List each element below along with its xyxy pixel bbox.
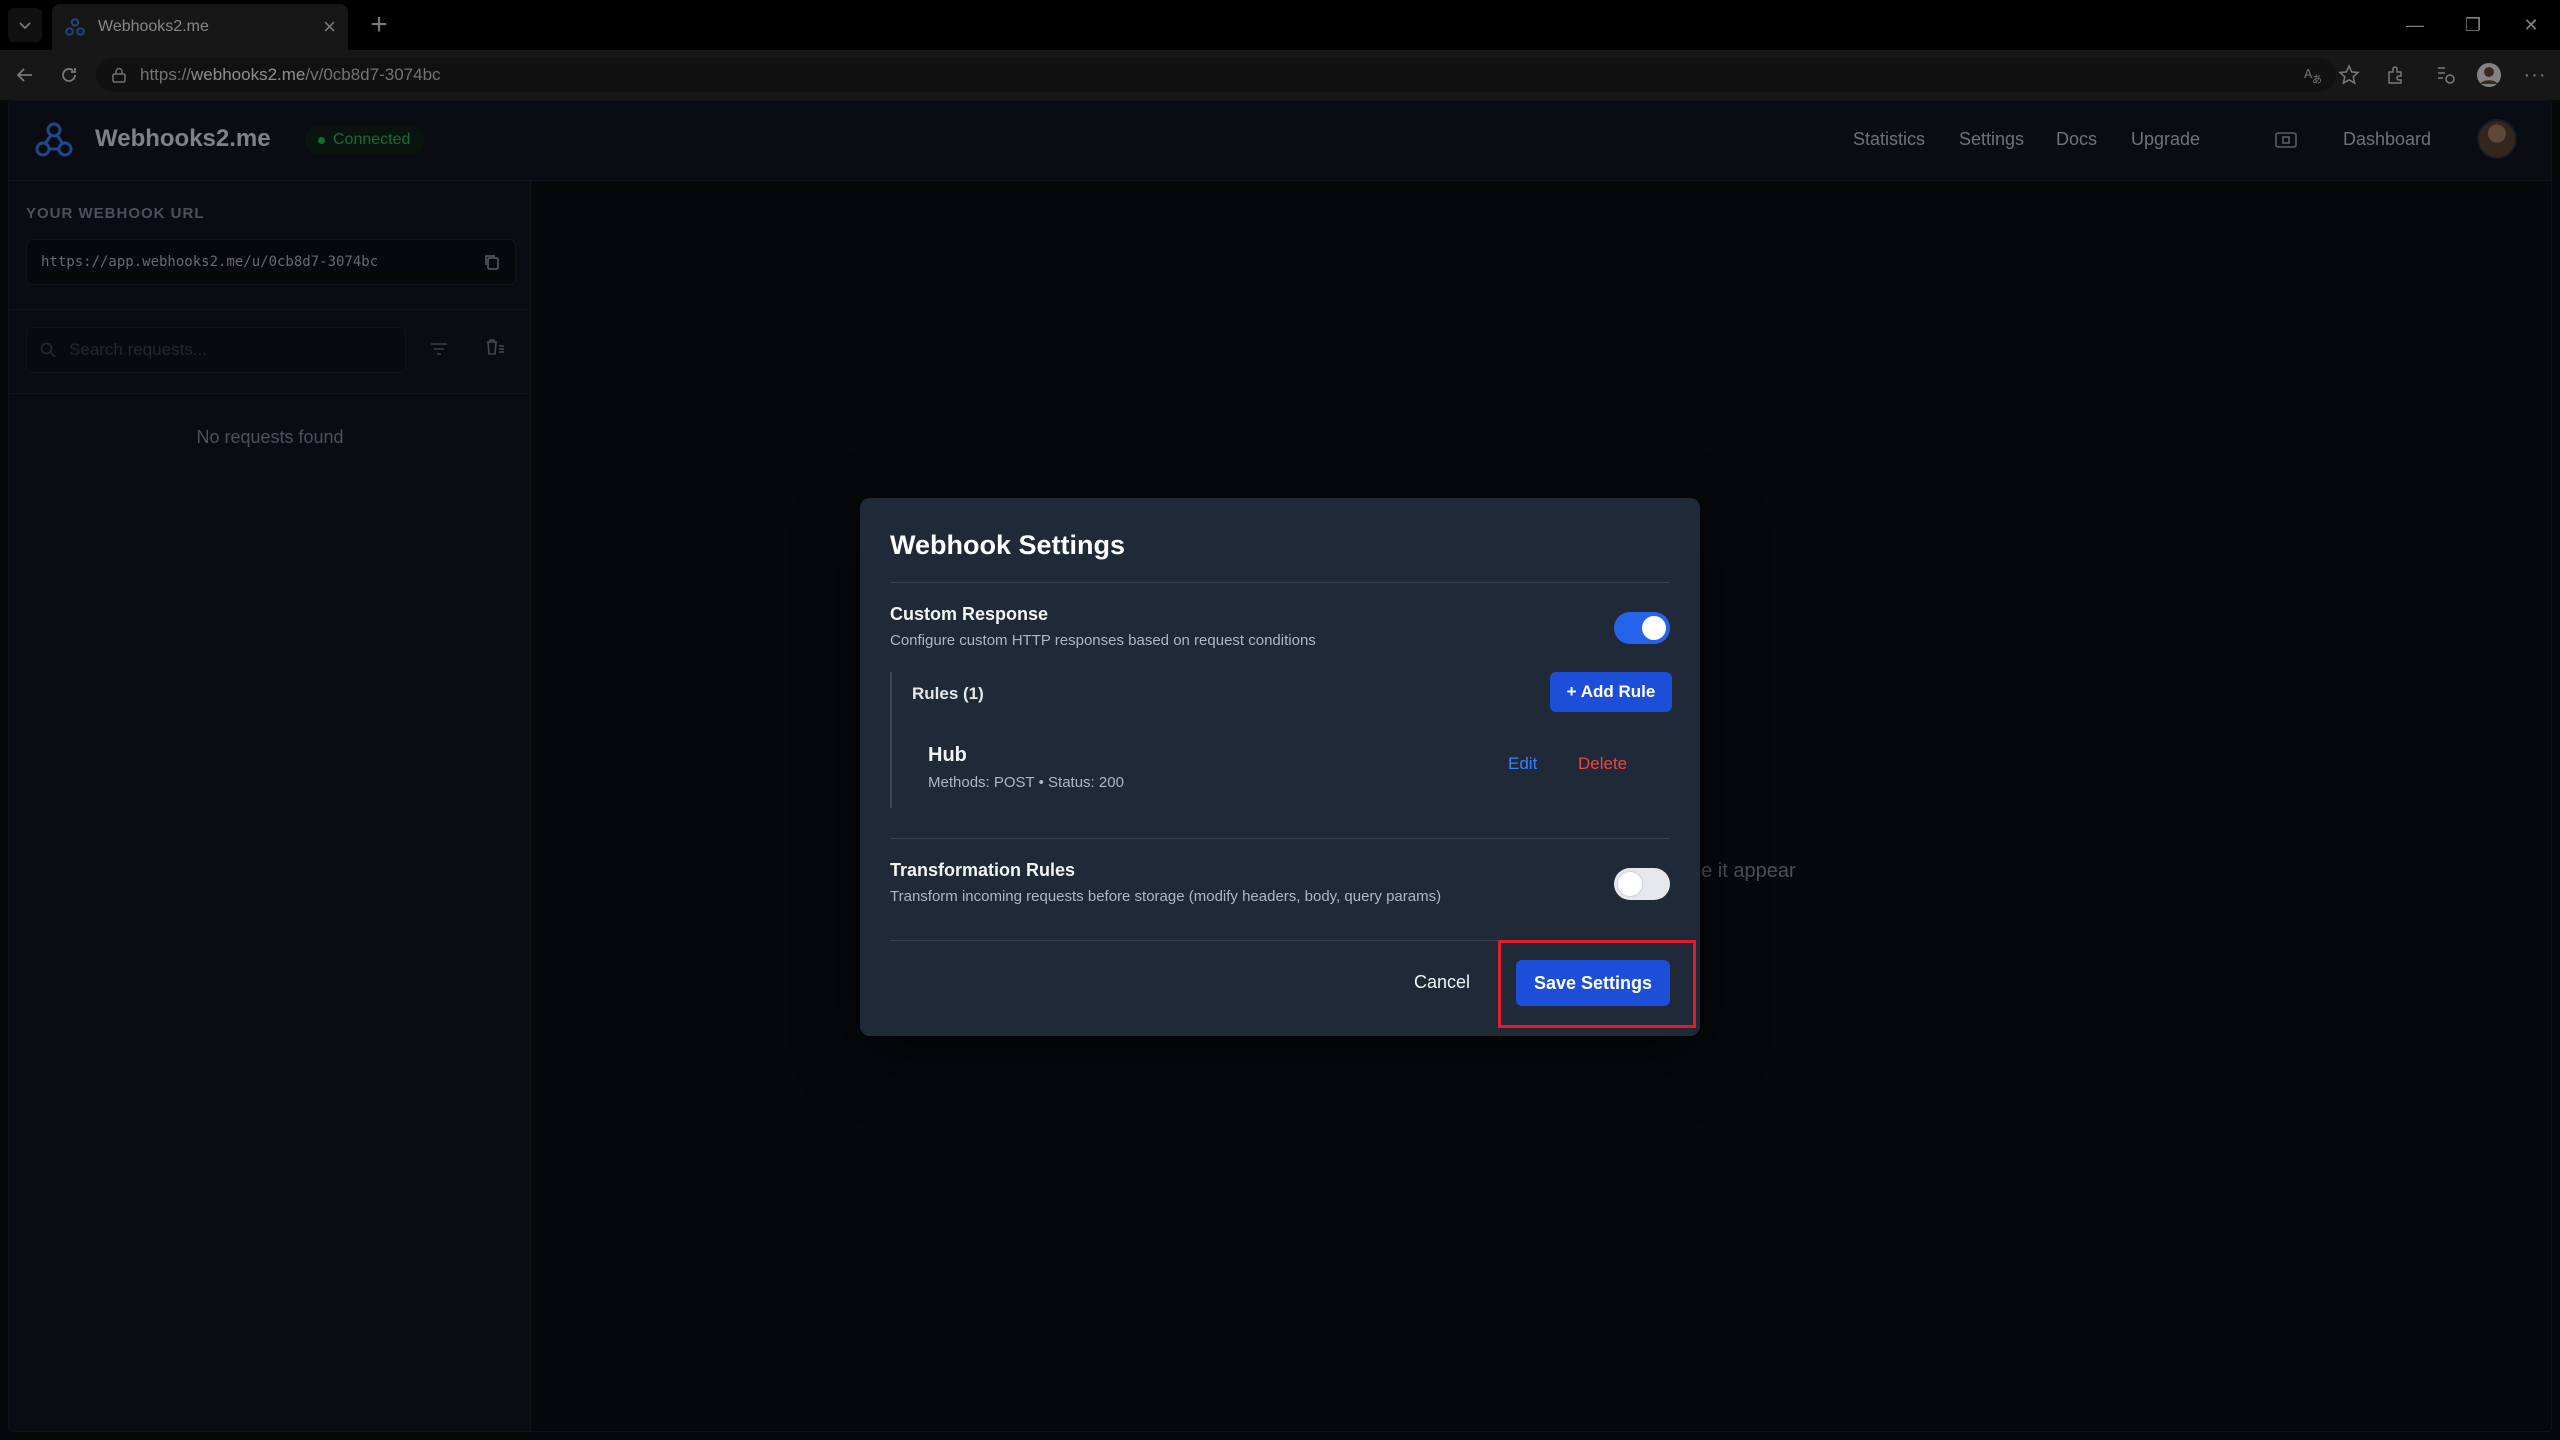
add-rule-button[interactable]: + Add Rule — [1550, 672, 1672, 712]
toggle-knob — [1618, 872, 1642, 896]
transformation-rules-description: Transform incoming requests before stora… — [890, 888, 1442, 905]
rule-edit-link[interactable]: Edit — [1508, 754, 1537, 774]
rule-name: Hub — [928, 744, 967, 766]
modal-divider — [890, 582, 1670, 583]
custom-response-toggle[interactable] — [1614, 612, 1670, 644]
cancel-button[interactable]: Cancel — [1414, 972, 1470, 993]
custom-response-title: Custom Response — [890, 604, 1049, 624]
rule-delete-link[interactable]: Delete — [1578, 754, 1627, 774]
modal-title: Webhook Settings — [890, 530, 1126, 560]
rule-meta: Methods: POST • Status: 200 — [928, 774, 1124, 791]
transformation-rules-title: Transformation Rules — [890, 860, 1076, 880]
toggle-knob — [1642, 616, 1666, 640]
transformation-rules-toggle[interactable] — [1614, 868, 1670, 900]
rules-title: Rules (1) — [912, 684, 984, 703]
custom-response-description: Configure custom HTTP responses based on… — [890, 632, 1316, 649]
modal-divider — [890, 838, 1670, 839]
highlight-box — [1498, 940, 1696, 1028]
rules-section: Rules (1) + Add Rule Hub Methods: POST •… — [890, 672, 1672, 808]
